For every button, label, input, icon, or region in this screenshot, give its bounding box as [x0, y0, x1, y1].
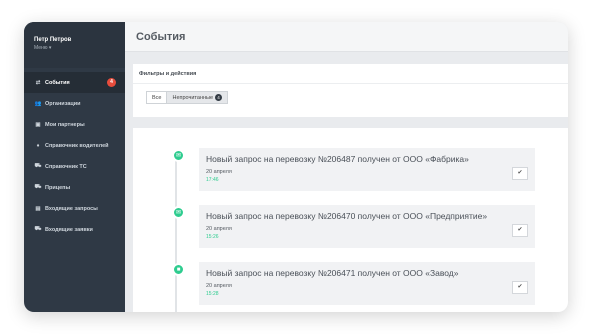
- event-date: 20 апреля: [206, 283, 232, 289]
- check-icon: ✔: [517, 227, 523, 233]
- check-icon: ✔: [517, 284, 523, 290]
- sidebar-item-label: Справочник ТС: [45, 163, 87, 170]
- event-item: ■ Новый запрос на перевозку №206471 полу…: [172, 262, 535, 305]
- sidebar-item-incoming-requests[interactable]: ▤ Входящие запросы: [24, 198, 125, 219]
- sidebar-item-label: Мои партнеры: [45, 121, 85, 128]
- event-item: ✉ Новый запрос на перевозку №206487 полу…: [172, 148, 535, 191]
- sidebar-item-trailers[interactable]: ⛟ Прицепы: [24, 177, 125, 198]
- car-icon: ⛟: [34, 226, 42, 232]
- car-icon: ⛟: [34, 163, 42, 169]
- filters-heading: Фильтры и действия: [133, 64, 568, 84]
- main-content: События Фильтры и действия Все Непрочита…: [125, 22, 568, 312]
- sidebar-item-label: События: [45, 79, 70, 86]
- event-time: 15:26: [206, 234, 219, 240]
- sidebar-item-drivers[interactable]: ♦ Справочник водителей: [24, 135, 125, 156]
- sidebar-item-organizations[interactable]: 👥 Организации: [24, 93, 125, 114]
- sidebar-item-label: Входящие запросы: [45, 205, 98, 212]
- sidebar-item-events[interactable]: ⇄ События 4: [24, 72, 125, 93]
- exchange-icon: ⇄: [35, 79, 41, 86]
- sidebar-item-vehicles[interactable]: ⛟ Справочник ТС: [24, 156, 125, 177]
- car-icon: ⛟: [34, 184, 42, 190]
- users-icon: 👥: [34, 100, 42, 107]
- check-icon: ✔: [517, 170, 523, 176]
- driver-icon: ♦: [36, 142, 40, 149]
- timeline-line: [175, 153, 177, 312]
- mark-read-button[interactable]: ✔: [512, 167, 528, 180]
- user-name: Петр Петров: [34, 37, 72, 43]
- filter-buttons: Все Непрочитанные 4: [133, 84, 568, 104]
- sidebar-item-label: Прицепы: [45, 184, 71, 191]
- event-title: Новый запрос на перевозку №206471 получе…: [206, 268, 459, 278]
- sidebar-item-partners[interactable]: ▣ Мои партнеры: [24, 114, 125, 135]
- sidebar-nav: ⇄ События 4 👥 Организации ▣ Мои партнеры…: [24, 72, 125, 240]
- user-block[interactable]: Петр Петров Меню ▾: [24, 22, 125, 68]
- app-window: Петр Петров Меню ▾ ⇄ События 4 👥 Организ…: [24, 22, 568, 312]
- partners-icon: ▣: [35, 121, 41, 128]
- sidebar-item-label: Справочник водителей: [45, 142, 109, 149]
- filter-all-label: Все: [152, 94, 162, 101]
- briefcase-icon: ■: [172, 263, 185, 276]
- document-icon: ▤: [35, 205, 41, 212]
- page-title: События: [136, 30, 186, 43]
- unread-badge: 4: [107, 78, 116, 87]
- mark-read-button[interactable]: ✔: [512, 281, 528, 294]
- event-date: 20 апреля: [206, 169, 232, 175]
- event-time: 15:28: [206, 291, 219, 297]
- sidebar-item-label: Организации: [45, 100, 81, 107]
- event-date: 20 апреля: [206, 226, 232, 232]
- event-item: ✉ Новый запрос на перевозку №206470 полу…: [172, 205, 535, 248]
- sidebar-item-label: Входящие заявки: [45, 226, 93, 233]
- filter-unread-button[interactable]: Непрочитанные 4: [166, 91, 229, 104]
- message-icon: ✉: [172, 206, 185, 219]
- unread-count-badge: 4: [215, 94, 223, 101]
- user-menu-toggle[interactable]: Меню ▾: [34, 45, 125, 51]
- sidebar-item-incoming-orders[interactable]: ⛟ Входящие заявки: [24, 219, 125, 240]
- filter-all-button[interactable]: Все: [146, 91, 168, 104]
- message-icon: ✉: [172, 149, 185, 162]
- event-title: Новый запрос на перевозку №206487 получе…: [206, 154, 469, 164]
- page-header: События: [125, 22, 568, 52]
- event-title: Новый запрос на перевозку №206470 получе…: [206, 211, 488, 221]
- sidebar: Петр Петров Меню ▾ ⇄ События 4 👥 Организ…: [24, 22, 125, 312]
- mark-read-button[interactable]: ✔: [512, 224, 528, 237]
- events-timeline: ✉ Новый запрос на перевозку №206487 полу…: [133, 128, 568, 312]
- event-time: 17:46: [206, 177, 219, 183]
- filters-card: Фильтры и действия Все Непрочитанные 4: [133, 64, 568, 117]
- filter-unread-label: Непрочитанные: [172, 94, 214, 101]
